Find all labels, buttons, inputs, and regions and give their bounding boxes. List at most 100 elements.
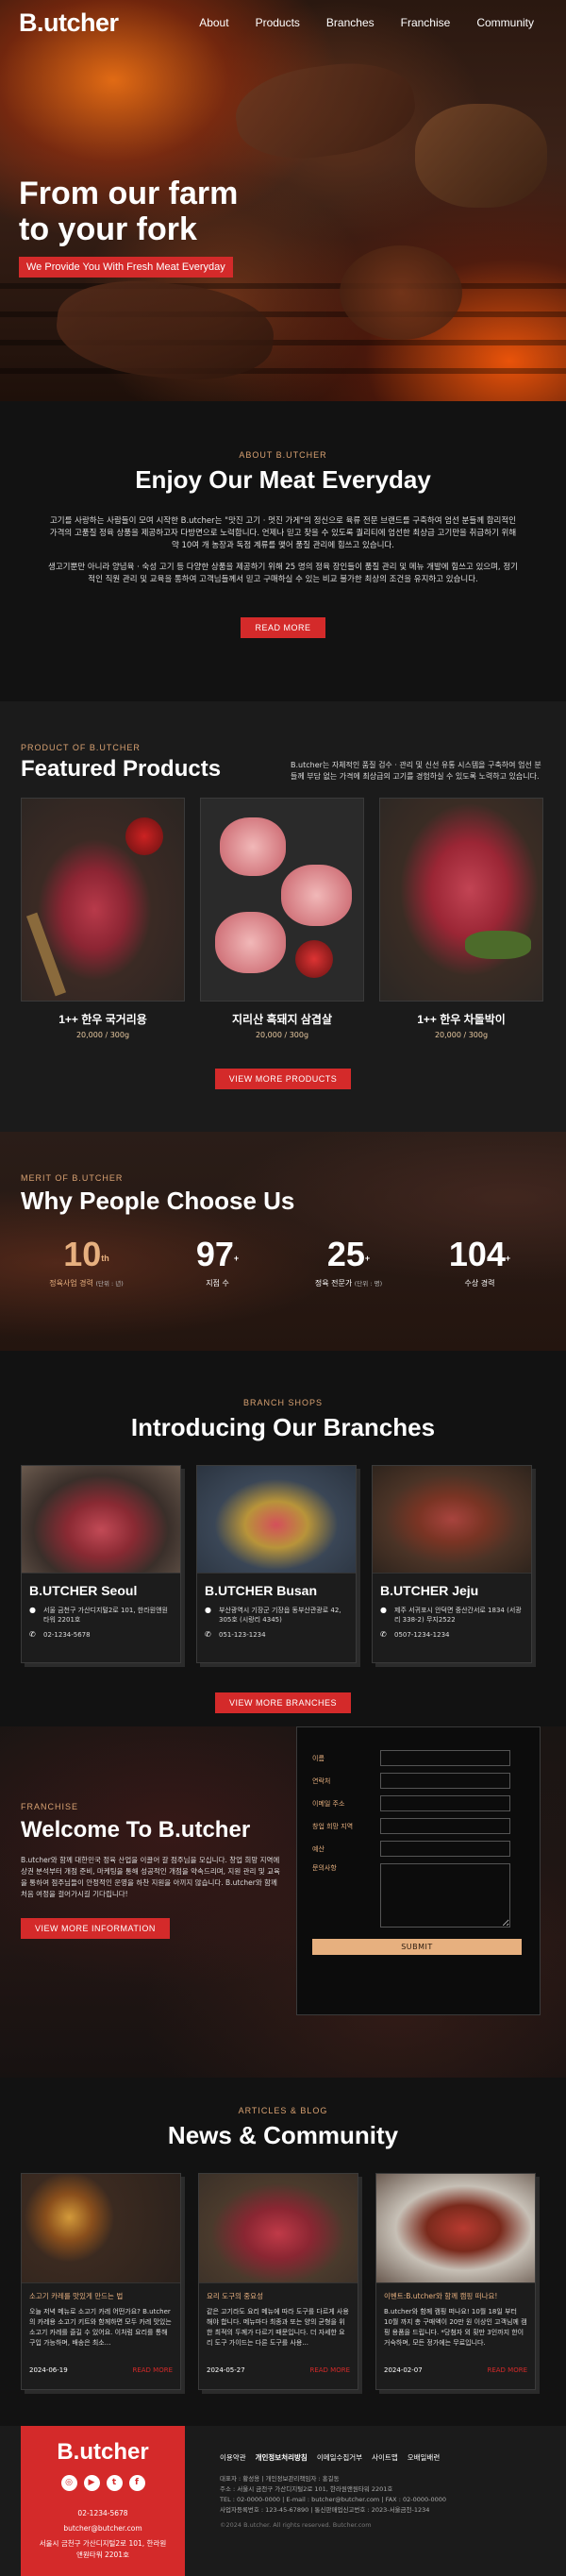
name-field[interactable] bbox=[380, 1750, 510, 1766]
nav-branches[interactable]: Branches bbox=[313, 16, 388, 29]
stat-value: 10th bbox=[63, 1235, 109, 1273]
facebook-icon[interactable]: f bbox=[128, 2475, 145, 2491]
inquiry-field[interactable] bbox=[380, 1863, 510, 1928]
branch-phone: 02-1234-5678 bbox=[43, 1631, 91, 1639]
view-more-information-button[interactable]: VIEW MORE INFORMATION bbox=[21, 1918, 170, 1939]
branch-name: B.UTCHER Seoul bbox=[29, 1583, 138, 1598]
franchise-paragraph: B.utcher와 함께 대한민국 정육 산업을 이끌어 갈 점주님을 모십니다… bbox=[21, 1856, 280, 1898]
branch-phone: 051-123-1234 bbox=[219, 1631, 266, 1639]
featured-description: B.utcher는 자체적인 품질 검수 · 관리 및 신선 유통 시스템을 구… bbox=[291, 761, 541, 781]
phone-icon: ✆ bbox=[380, 1630, 387, 1639]
submit-button[interactable]: SUBMIT bbox=[312, 1939, 522, 1955]
branches-title: Introducing Our Branches bbox=[130, 1413, 436, 1441]
franchise-inquiry-form: 이름 연락처 이메일 주소 창업 희망 지역 예산 문의사항 SUBMIT bbox=[296, 1726, 541, 2015]
stat-item: 10th 정육사업 경력 (단위 : 년) bbox=[21, 1237, 152, 1288]
news-body: 같은 고기라도 요리 메뉴에 따라 도구를 다르게 사용해야 합니다. 메뉴마다… bbox=[207, 2308, 349, 2347]
branch-card[interactable]: B.UTCHER Seoul ● 서울 금천구 가산디지털2로 101, 한라원앤… bbox=[21, 1465, 181, 1663]
news-card[interactable]: 요리 도구의 중요성 같은 고기라도 요리 메뉴에 따라 도구를 다르게 사용해… bbox=[198, 2173, 358, 2390]
email-field[interactable] bbox=[380, 1795, 510, 1811]
branch-address: 서울 금천구 가산디지털2로 101, 한라원앤원타워 2201호 bbox=[43, 1607, 168, 1624]
region-label: 창업 희망 지역 bbox=[312, 1822, 354, 1830]
read-more-link[interactable]: READ MORE bbox=[487, 2366, 527, 2374]
social-links: ◎ ▶ t f bbox=[21, 2475, 185, 2491]
franchise-title: Welcome To B.utcher bbox=[21, 1817, 251, 1843]
footer-link-sitemap[interactable]: 사이트맵 bbox=[372, 2452, 398, 2463]
product-image-beef bbox=[21, 798, 185, 1002]
branches-eyebrow: BRANCH SHOPS bbox=[242, 1398, 323, 1407]
grilled-sausage-image bbox=[415, 104, 547, 208]
youtube-icon[interactable]: ▶ bbox=[83, 2475, 100, 2491]
twitter-icon[interactable]: t bbox=[106, 2475, 123, 2491]
footer-email: butcher@butcher.com bbox=[63, 2524, 142, 2533]
product-image-pork bbox=[200, 798, 364, 1002]
nav-products[interactable]: Products bbox=[242, 16, 313, 29]
news-body: 오늘 저녁 메뉴로 소고기 카레 어떤가요? B.utcher의 카레용 소고기… bbox=[29, 2308, 172, 2347]
franchise-section: FRANCHISE Welcome To B.utcher B.utcher와 … bbox=[0, 1726, 566, 2078]
site-logo[interactable]: B.utcher bbox=[19, 8, 119, 38]
hero-title: From our farm to your fork bbox=[19, 176, 239, 247]
stat-item: 104+ 수상 경력 bbox=[414, 1237, 545, 1288]
product-card[interactable]: 지리산 흑돼지 삼겹살 20,000 / 300g bbox=[200, 798, 364, 1039]
news-image-curry bbox=[22, 2174, 180, 2283]
footer-link-privacy[interactable]: 개인정보처리방침 bbox=[256, 2452, 308, 2463]
read-more-link[interactable]: READ MORE bbox=[309, 2366, 350, 2374]
stat-label: 정육사업 경력 (단위 : 년) bbox=[49, 1279, 124, 1288]
budget-field[interactable] bbox=[380, 1841, 510, 1857]
footer-company-info: 대표자 : 황성용 | 개인정보관리책임자 : 홍길동 주소 : 서울시 금천구… bbox=[220, 2475, 446, 2514]
branch-name: B.UTCHER Jeju bbox=[380, 1583, 479, 1598]
read-more-button[interactable]: READ MORE bbox=[241, 617, 325, 638]
region-field[interactable] bbox=[380, 1818, 510, 1834]
franchise-eyebrow: FRANCHISE bbox=[21, 1802, 79, 1811]
news-eyebrow: ARTICLES & BLOG bbox=[238, 2106, 328, 2115]
news-tag: 요리 도구의 중요성 bbox=[207, 2292, 263, 2300]
branch-card[interactable]: B.UTCHER Busan ● 부산광역시 기장군 기장읍 동부산관광로 42,… bbox=[196, 1465, 357, 1663]
product-card[interactable]: 1++ 한우 차돌박이 20,000 / 300g bbox=[379, 798, 543, 1039]
branch-name: B.UTCHER Busan bbox=[205, 1583, 318, 1598]
stats-row: 10th 정육사업 경력 (단위 : 년) 97+ 지점 수 25+ 정육 전문… bbox=[21, 1237, 545, 1288]
product-list: 1++ 한우 국거리용 20,000 / 300g 지리산 흑돼지 삼겹살 20… bbox=[21, 798, 545, 1039]
why-section: MERIT OF B.UTCHER Why People Choose Us 1… bbox=[0, 1132, 566, 1351]
footer-link-extra[interactable]: 오배일배련 bbox=[408, 2452, 441, 2463]
stat-label: 정육 전문가 (단위 : 명) bbox=[314, 1279, 383, 1288]
branch-card[interactable]: B.UTCHER Jeju ● 제주 서귀포시 안덕면 중산간서로 1834 (서… bbox=[372, 1465, 532, 1663]
branch-image-seoul bbox=[22, 1466, 180, 1574]
product-image-brisket bbox=[379, 798, 543, 1002]
nav-franchise[interactable]: Franchise bbox=[388, 16, 464, 29]
instagram-icon[interactable]: ◎ bbox=[60, 2475, 77, 2491]
footer-link-email-refusal[interactable]: 이메일수집거부 bbox=[317, 2452, 362, 2463]
news-section: ARTICLES & BLOG News & Community 소고기 카레를… bbox=[0, 2078, 566, 2426]
top-nav: B.utcher About Products Branches Franchi… bbox=[0, 0, 566, 45]
footer-info: 이용약관 개인정보처리방침 이메일수집거부 사이트맵 오배일배련 대표자 : 황… bbox=[220, 2452, 541, 2529]
why-eyebrow: MERIT OF B.UTCHER bbox=[21, 1173, 124, 1183]
product-name: 지리산 흑돼지 삼겹살 bbox=[231, 1013, 333, 1026]
news-body: B.utcher와 함께 캠핑 떠나요! 10월 18일 부터 10월 까지 총… bbox=[384, 2308, 527, 2347]
featured-products-section: PRODUCT OF B.UTCHER Featured Products B.… bbox=[0, 701, 566, 1132]
phone-field[interactable] bbox=[380, 1773, 510, 1789]
franchise-intro: FRANCHISE Welcome To B.utcher B.utcher와 … bbox=[21, 1802, 285, 1939]
view-more-products-button[interactable]: VIEW MORE PRODUCTS bbox=[214, 1069, 352, 1089]
news-card[interactable]: 소고기 카레를 맛있게 만드는 법 오늘 저녁 메뉴로 소고기 카레 어떤가요?… bbox=[21, 2173, 181, 2390]
nav-community[interactable]: Community bbox=[463, 16, 547, 29]
news-image-camping bbox=[376, 2174, 535, 2283]
news-card[interactable]: 이벤트:B.utcher와 함께 캠핑 떠나요! B.utcher와 함께 캠핑… bbox=[375, 2173, 536, 2390]
email-label: 이메일 주소 bbox=[312, 1799, 345, 1808]
budget-label: 예산 bbox=[312, 1844, 325, 1853]
read-more-link[interactable]: READ MORE bbox=[132, 2366, 173, 2374]
branch-image-busan bbox=[197, 1466, 356, 1574]
footer-link-terms[interactable]: 이용약관 bbox=[220, 2452, 246, 2463]
nav-links: About Products Branches Franchise Commun… bbox=[186, 16, 547, 29]
nav-about[interactable]: About bbox=[186, 16, 241, 29]
product-card[interactable]: 1++ 한우 국거리용 20,000 / 300g bbox=[21, 798, 185, 1039]
news-date: 2024-05-27 bbox=[207, 2366, 245, 2374]
product-price: 20,000 / 300g bbox=[255, 1031, 309, 1039]
phone-icon: ✆ bbox=[205, 1630, 211, 1639]
branch-phone: 0507-1234-1234 bbox=[394, 1631, 450, 1639]
branches-section: BRANCH SHOPS Introducing Our Branches B.… bbox=[0, 1351, 566, 1726]
footer-brand: B.utcher ◎ ▶ t f 02-1234-5678 butcher@bu… bbox=[21, 2426, 185, 2576]
view-more-branches-button[interactable]: VIEW MORE BRANCHES bbox=[214, 1692, 351, 1713]
about-paragraph-1: 고기를 사랑하는 사람들이 모여 시작한 B.utcher는 "맛진 고기 · … bbox=[49, 516, 517, 550]
why-title: Why People Choose Us bbox=[21, 1187, 295, 1215]
name-label: 이름 bbox=[312, 1754, 325, 1762]
sauce-bowl-image bbox=[340, 245, 462, 340]
footer: B.utcher ◎ ▶ t f 02-1234-5678 butcher@bu… bbox=[0, 2426, 566, 2576]
